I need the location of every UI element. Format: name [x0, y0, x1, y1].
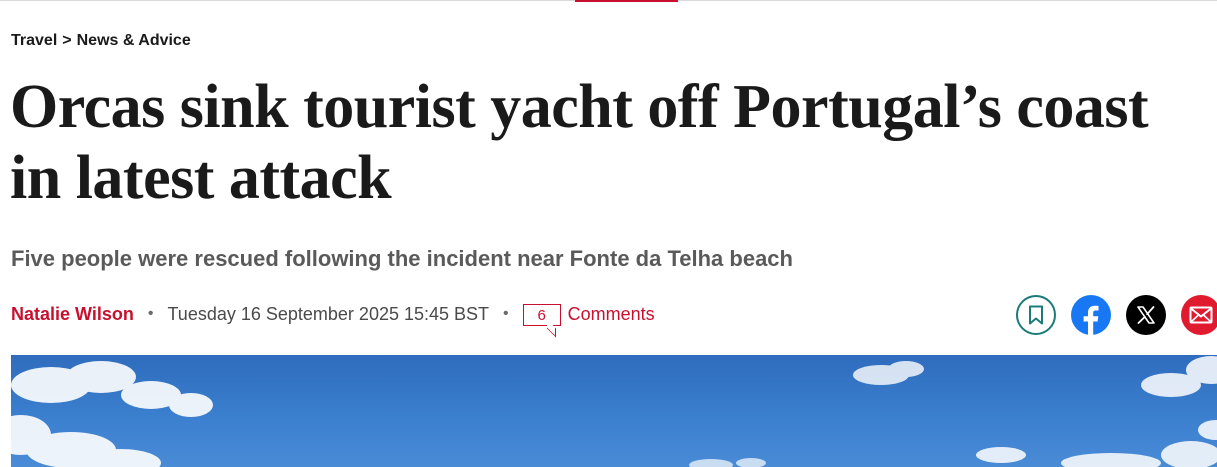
facebook-share-button[interactable] [1071, 295, 1111, 335]
email-share-button[interactable] [1181, 295, 1217, 335]
author-link[interactable]: Natalie Wilson [11, 304, 134, 325]
bookmark-icon [1029, 305, 1043, 325]
breadcrumb-travel-link[interactable]: Travel [11, 32, 57, 49]
cloud-bottom-middle [689, 458, 766, 467]
publish-date: Tuesday 16 September 2025 15:45 BST [167, 303, 490, 324]
breadcrumb-news-advice-link[interactable]: News & Advice [77, 32, 191, 49]
breadcrumb-separator: > [62, 32, 72, 49]
hero-image [11, 355, 1217, 467]
article-headline: Orcas sink tourist yacht off Portugal’s … [10, 73, 1149, 212]
cloud-center [853, 361, 924, 385]
article-standfirst: Five people were rescued following the i… [11, 246, 793, 271]
breadcrumb: Travel > News & Advice [11, 30, 191, 52]
article-byline: Natalie Wilson • Tuesday 16 September 20… [11, 300, 655, 328]
comments-link[interactable]: 6 Comments [522, 302, 655, 326]
cloud-right [976, 356, 1217, 467]
sky-with-clouds-image [11, 356, 1217, 467]
active-nav-indicator [575, 0, 678, 2]
email-icon [1189, 306, 1213, 324]
byline-separator: • [147, 305, 154, 322]
bookmark-button[interactable] [1016, 295, 1056, 335]
x-share-button[interactable] [1126, 295, 1166, 335]
comment-count-badge: 6 [522, 304, 561, 326]
cloud-left [11, 361, 213, 467]
x-icon [1137, 306, 1155, 324]
share-bar [1016, 295, 1217, 335]
comments-label: Comments [567, 303, 655, 324]
facebook-icon [1083, 305, 1099, 335]
byline-separator: • [503, 305, 509, 322]
